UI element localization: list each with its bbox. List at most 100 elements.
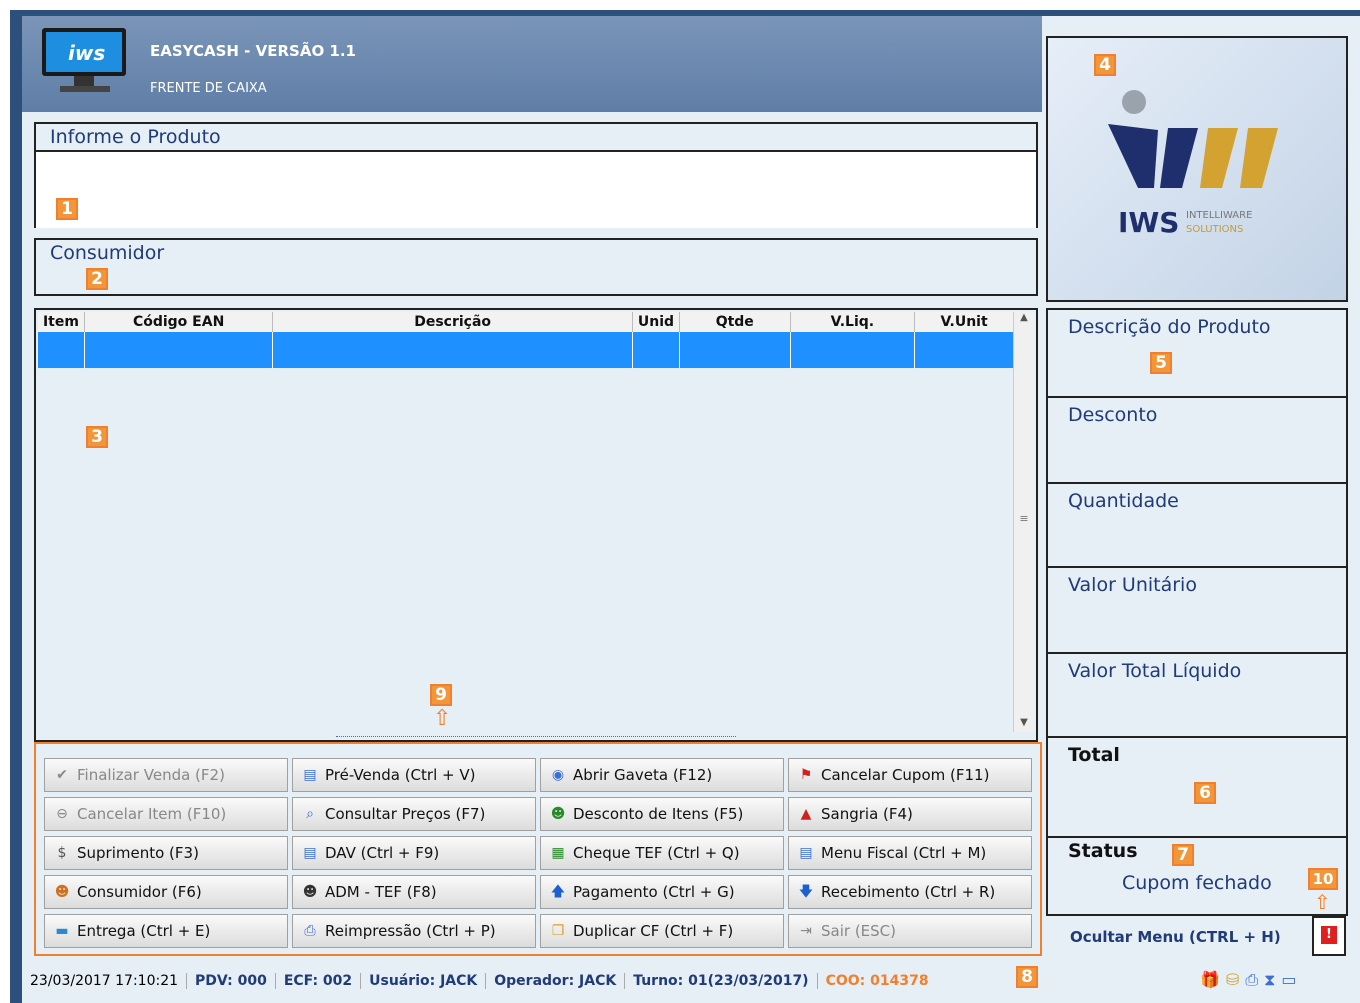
hourglass-icon[interactable]: ⧗ (1264, 970, 1275, 990)
desconto-label: Desconto (1068, 404, 1158, 426)
sair-button[interactable]: ⇥ Sair (ESC) (788, 914, 1032, 948)
quantidade-label: Quantidade (1068, 490, 1179, 512)
app-subtitle: FRENTE DE CAIXA (150, 81, 267, 96)
product-input[interactable] (36, 150, 1036, 228)
recebimento-button[interactable]: 🡇 Recebimento (Ctrl + R) (788, 875, 1032, 909)
sangria-button[interactable]: ▲ Sangria (F4) (788, 797, 1032, 831)
database-icon[interactable]: ⛁ (1226, 970, 1239, 990)
reimpressao-button[interactable]: ⎙ Reimpressão (Ctrl + P) (292, 914, 536, 948)
arrow-down-icon: 🡇 (798, 884, 814, 900)
descricao-label: Descrição do Produto (1068, 316, 1271, 338)
col-descricao[interactable]: Descrição (272, 312, 633, 332)
cheque-tef-button[interactable]: ▦ Cheque TEF (Ctrl + Q) (540, 836, 784, 870)
badge-6: 6 (1194, 782, 1216, 804)
abrir-gaveta-button[interactable]: ◉ Abrir Gaveta (F12) (540, 758, 784, 792)
app-title: EASYCASH - VERSÃO 1.1 (150, 42, 356, 60)
alert-icon[interactable]: ! (1321, 926, 1337, 944)
computer-icon[interactable]: ▭ (1281, 970, 1296, 990)
monitor-logo-icon: iws (42, 28, 126, 92)
badge-4: 4 (1094, 54, 1116, 76)
money-bag-icon: $ (57, 845, 67, 861)
col-ean[interactable]: Código EAN (84, 312, 274, 332)
status-operador: Operador: JACK (486, 973, 626, 989)
badge-10: 10 (1308, 868, 1338, 890)
scroll-up-icon[interactable]: ▲ (1014, 312, 1034, 323)
items-table: Item Código EAN Descrição Unid Qtde V.Li… (38, 312, 1014, 368)
descricao-panel: Descrição do Produto (1046, 308, 1348, 398)
col-qtde[interactable]: Qtde (679, 312, 791, 332)
cancelar-cupom-button[interactable]: ⚑ Cancelar Cupom (F11) (788, 758, 1032, 792)
printer-icon: ⎙ (304, 923, 316, 939)
status-datetime: 23/03/2017 17:10:21 (22, 973, 188, 989)
cancelar-item-button[interactable]: ⊖ Cancelar Item (F10) (44, 797, 288, 831)
duplicate-icon: ❐ (551, 923, 565, 939)
iws-logo-icon (1108, 90, 1278, 188)
status-value: Cupom fechado (1122, 872, 1272, 894)
grid-scrollbar[interactable]: ▲ ≡ ▼ (1013, 312, 1034, 732)
svg-text:iws: iws (68, 41, 105, 65)
status-usuario: Usuário: JACK (361, 973, 487, 989)
menu-fiscal-button[interactable]: ▤ Menu Fiscal (Ctrl + M) (788, 836, 1032, 870)
menu-document-icon: ▤ (799, 845, 813, 861)
pre-venda-button[interactable]: ▤ Pré-Venda (Ctrl + V) (292, 758, 536, 792)
printer-status-icon[interactable]: ⎙ (1245, 970, 1258, 990)
product-panel: Informe o Produto (34, 122, 1038, 228)
logo-tagline-1: INTELLIWARE (1186, 210, 1253, 221)
tray-icons: 🎁 ⛁ ⎙ ⧗ ▭ (1200, 970, 1297, 990)
consumer-label: Consumidor (50, 242, 165, 264)
admin-user-icon: ☻ (302, 884, 318, 900)
desconto-panel: Desconto (1046, 396, 1348, 484)
entrega-button[interactable]: ▬ Entrega (Ctrl + E) (44, 914, 288, 948)
badge-3: 3 (86, 426, 108, 448)
quantidade-panel: Quantidade (1046, 482, 1348, 568)
scroll-down-icon[interactable]: ▼ (1014, 717, 1034, 728)
gift-icon[interactable]: 🎁 (1200, 970, 1220, 990)
check-icon: ✔ (56, 767, 68, 783)
status-turno: Turno: 01(23/03/2017) (625, 973, 818, 989)
status-bar: 23/03/2017 17:10:21 PDV: 000 ECF: 002 Us… (22, 964, 1360, 998)
suprimento-button[interactable]: $ Suprimento (F3) (44, 836, 288, 870)
scroll-grip-icon[interactable]: ≡ (1014, 512, 1034, 525)
status-pdv: PDV: 000 (187, 973, 276, 989)
dav-button[interactable]: ▤ DAV (Ctrl + F9) (292, 836, 536, 870)
badge-1: 1 (56, 198, 78, 220)
table-row[interactable] (38, 332, 1014, 368)
consumidor-button[interactable]: ☻ Consumidor (F6) (44, 875, 288, 909)
finalizar-venda-button[interactable]: ✔ Finalizar Venda (F2) (44, 758, 288, 792)
badge-7: 7 (1172, 844, 1194, 866)
duplicar-cf-button[interactable]: ❐ Duplicar CF (Ctrl + F) (540, 914, 784, 948)
items-grid: Item Código EAN Descrição Unid Qtde V.Li… (34, 308, 1038, 742)
hide-menu-link[interactable]: Ocultar Menu (CTRL + H) (1070, 928, 1281, 946)
dav-document-icon: ▤ (303, 845, 317, 861)
warning-icon: ▲ (800, 806, 812, 822)
badge-5: 5 (1150, 352, 1172, 374)
col-vunit[interactable]: V.Unit (914, 312, 1014, 332)
cheque-icon: ▦ (551, 845, 565, 861)
valor-total-panel: Valor Total Líquido (1046, 652, 1348, 738)
status-ecf: ECF: 002 (276, 973, 362, 989)
consultar-precos-button[interactable]: ⌕ Consultar Preços (F7) (292, 797, 536, 831)
product-label: Informe o Produto (50, 126, 221, 148)
pagamento-button[interactable]: 🡅 Pagamento (Ctrl + G) (540, 875, 784, 909)
badge-9: 9 (430, 684, 452, 706)
valor-unitario-label: Valor Unitário (1068, 574, 1197, 596)
minus-icon: ⊖ (56, 806, 68, 822)
desconto-itens-button[interactable]: ☻ Desconto de Itens (F5) (540, 797, 784, 831)
col-unid[interactable]: Unid (632, 312, 680, 332)
badge-8: 8 (1016, 966, 1038, 988)
status-coo: COO: 014378 (825, 973, 929, 989)
users-icon: ☻ (54, 884, 70, 900)
arrow-up-outline-icon: ⇧ (433, 706, 452, 731)
search-icon: ⌕ (306, 806, 314, 822)
logo-tagline-2: SOLUTIONS (1186, 224, 1244, 235)
valor-total-label: Valor Total Líquido (1068, 660, 1242, 682)
col-item[interactable]: Item (38, 312, 85, 332)
badge-2: 2 (86, 268, 108, 290)
app-header (22, 16, 1042, 112)
document-icon: ▤ (303, 767, 317, 783)
col-vliq[interactable]: V.Liq. (790, 312, 916, 332)
logo-brand: IWS (1118, 206, 1180, 239)
flag-icon: ⚑ (799, 767, 813, 783)
adm-tef-button[interactable]: ☻ ADM - TEF (F8) (292, 875, 536, 909)
alert-box[interactable]: ! (1312, 916, 1346, 956)
